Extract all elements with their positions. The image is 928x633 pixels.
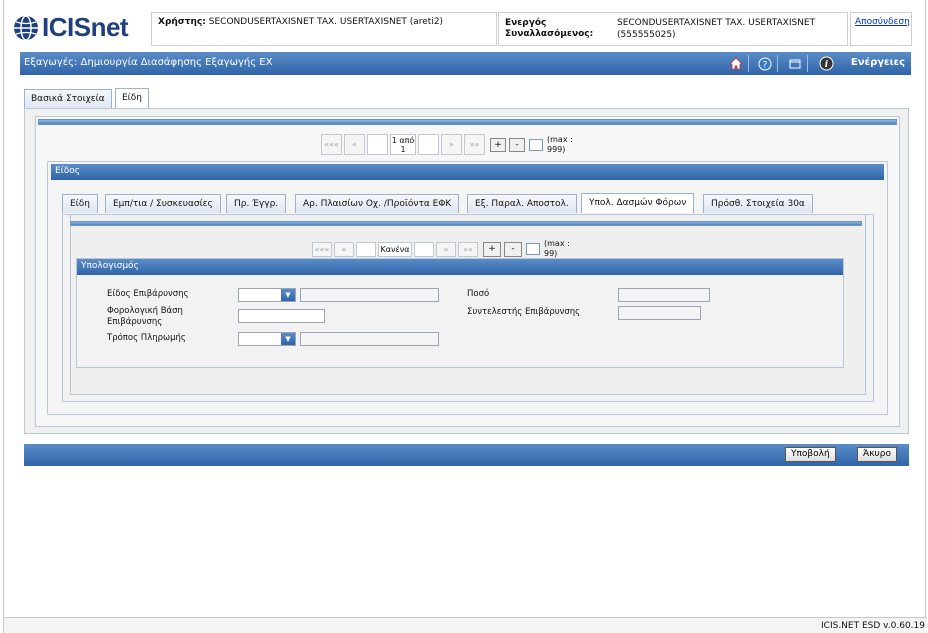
add-item-button[interactable]: + [490,137,506,152]
actions-menu[interactable]: Ενέργειες [851,57,905,68]
header: ICISnet Χρήστης: SECONDUSERTAXISNET TAX.… [4,0,927,50]
first-page-button[interactable]: ««« [312,241,332,257]
logo: ICISnet [12,10,142,44]
title-bar: Εξαγωγές: Δημιουργία Διασάφησης Εξαγωγής… [20,52,911,75]
panel-header-bar [38,119,897,125]
calculation-section: Υπολογισμός Είδος Επιβάρυνσης ▼ Φορολογι… [76,258,844,368]
subtab-items[interactable]: Είδη [62,194,98,213]
duties-header-bar [70,221,862,226]
subtab-consignee-shipping[interactable]: Εξ. Παραλ. Αποστολ. [467,194,577,213]
toolbar-separator [807,55,808,72]
page-select-box[interactable] [526,243,540,255]
prev-page-button[interactable]: « [344,134,365,155]
logout-link[interactable]: Αποσύνδεση [855,17,910,27]
item-section: Είδος Είδη Εμπ/τια / Συσκευασίες Πρ. Έγγ… [47,161,888,415]
tax-base-label: Φορολογική Βάση Επιβάρυνσης [107,306,183,327]
charge-type-select[interactable]: ▼ [238,288,296,302]
toolbar-separator [777,55,778,72]
active-party-value: SECONDUSERTAXISNET TAX. USERTAXISNET (55… [617,18,816,40]
item-section-title: Είδος [51,164,884,180]
page-indicator: Κανένα [378,241,412,257]
subtab-containers-excise[interactable]: Αρ. Πλαισίων Οχ. /Προϊόντα ΕΦΚ [295,194,460,213]
window-icon[interactable] [786,55,803,72]
charge-rate-label: Συντελεστής Επιβάρυνσης [467,307,581,317]
page-spacer [367,134,388,155]
form-actions-bar: Υποβολή Άκυρο [24,444,909,466]
help-icon[interactable]: ? [756,55,773,72]
status-bar: ICIS.NET ESD v.0.60.19 [4,617,927,633]
logout-container: Αποσύνδεση [850,12,912,46]
page-title: Εξαγωγές: Δημιουργία Διασάφησης Εξαγωγής… [24,57,273,68]
subtab-duties-taxes[interactable]: Υπολ. Δασμών Φόρων [581,193,695,213]
amount-label: Ποσό [467,289,490,299]
home-icon[interactable] [727,55,744,72]
app-frame: ICISnet Χρήστης: SECONDUSERTAXISNET TAX.… [3,0,927,633]
duties-inner-panel: ««« « Κανένα » »» + - (max : 99) Υπολογι… [70,215,866,395]
tax-base-input[interactable] [238,309,325,323]
payment-method-description [300,332,439,346]
page-indicator: 1 από 1 [390,134,416,155]
page-spacer [356,241,376,257]
active-party-info: Ενεργός Συναλλασόμενος: SECONDUSERTAXISN… [498,12,848,46]
items-panel: ««« « 1 από 1 » »» + - (max : 999) Είδος… [24,108,909,434]
toolbar-separator [748,55,749,72]
tab-items[interactable]: Είδη [115,88,149,109]
last-page-button[interactable]: »» [458,241,478,257]
page-select-box[interactable] [529,138,543,151]
prev-page-button[interactable]: « [334,241,354,257]
subtab-goods-packaging[interactable]: Εμπ/τια / Συσκευασίες [105,194,221,213]
chevron-down-icon[interactable]: ▼ [281,333,295,345]
next-page-button[interactable]: » [441,134,462,155]
cancel-button[interactable]: Άκυρο [857,447,897,462]
subtab-additional-30a[interactable]: Πρόσθ. Στοιχεία 30α [703,194,813,213]
duties-panel: ««« « Κανένα » »» + - (max : 99) Υπολογι… [62,214,874,402]
items-inner-panel: ««« « 1 από 1 » »» + - (max : 999) Είδος… [35,116,900,427]
user-value: SECONDUSERTAXISNET TAX. USERTAXISNET (ar… [208,17,444,27]
logo-text: ICISnet [42,12,129,42]
svg-text:?: ? [762,60,767,70]
remove-duty-button[interactable]: - [504,241,522,257]
version-label: ICIS.NET ESD v.0.60.19 [821,621,925,631]
calculation-section-title: Υπολογισμός [77,259,843,275]
tab-basic-info[interactable]: Βασικά Στοιχεία [24,89,112,109]
add-duty-button[interactable]: + [483,241,501,257]
user-label: Χρήστης: [158,17,206,27]
globe-icon [14,15,38,41]
info-icon[interactable]: i [818,55,835,72]
subtab-prev-documents[interactable]: Πρ. Έγγρ. [226,194,287,213]
remove-item-button[interactable]: - [509,137,525,152]
charge-type-label: Είδος Επιβάρυνσης [107,289,189,299]
max-duties-label: (max : 99) [544,239,570,258]
charge-type-description [300,288,439,302]
payment-method-label: Τρόπος Πληρωμής [107,333,186,343]
submit-button[interactable]: Υποβολή [785,447,836,462]
user-info: Χρήστης: SECONDUSERTAXISNET TAX. USERTAX… [151,12,497,46]
charge-rate-field [618,306,701,320]
page-spacer [414,241,434,257]
items-pager: ««« « 1 από 1 » »» + - (max : 999) [321,134,579,155]
page-spacer [418,134,439,155]
first-page-button[interactable]: ««« [321,134,342,155]
duties-pager: ««« « Κανένα » »» + - (max : 99) [312,239,576,259]
max-items-label: (max : 999) [547,134,573,154]
chevron-down-icon[interactable]: ▼ [281,289,295,301]
last-page-button[interactable]: »» [464,134,485,155]
svg-text:i: i [825,60,829,70]
payment-method-select[interactable]: ▼ [238,332,296,346]
next-page-button[interactable]: » [436,241,456,257]
amount-field [618,288,710,302]
active-party-label: Ενεργός Συναλλασόμενος: [505,18,594,39]
